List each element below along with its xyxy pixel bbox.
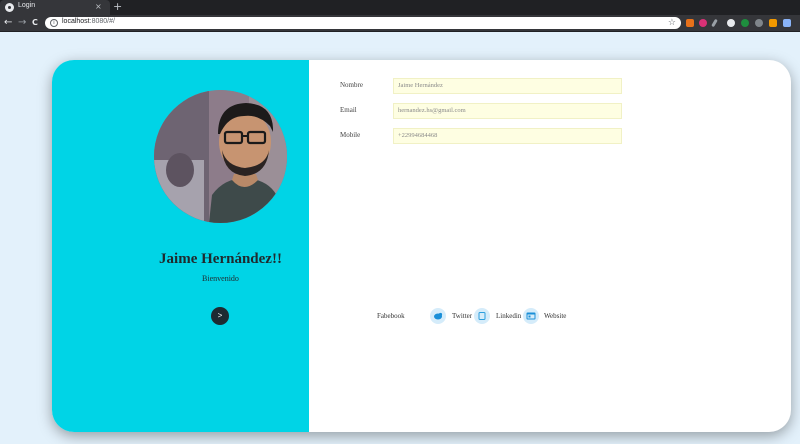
extension-icon[interactable]: [686, 19, 694, 27]
avatar: [154, 90, 287, 223]
browser-tab[interactable]: Login ×: [0, 0, 110, 15]
tab-close-icon[interactable]: ×: [95, 2, 102, 11]
forward-icon[interactable]: →: [18, 16, 26, 30]
url-path: :8080/#/: [89, 18, 115, 25]
mobile-field[interactable]: +22994684468: [393, 128, 622, 144]
reload-icon[interactable]: C: [32, 16, 38, 30]
rss-icon[interactable]: [769, 19, 777, 27]
email-label: Email: [340, 106, 357, 114]
url-host: localhost: [62, 18, 90, 25]
facebook-link[interactable]: Fabebook: [377, 312, 405, 320]
browser-tab-strip: Login × +: [0, 0, 800, 15]
chrome-favicon-icon: [5, 3, 14, 12]
toolbar-divider: [0, 31, 800, 32]
twitter-link[interactable]: Twitter: [452, 312, 472, 320]
extension-icon[interactable]: [741, 19, 749, 27]
site-info-icon[interactable]: i: [50, 19, 58, 27]
profile-card: Jaime Hernández!! Bienvenido > Nombre Ja…: [52, 60, 791, 432]
name-label: Nombre: [340, 81, 363, 89]
bookmark-star-icon[interactable]: ☆: [668, 17, 676, 29]
website-link[interactable]: Website: [544, 312, 566, 320]
extension-icon[interactable]: [699, 19, 707, 27]
browser-toolbar: ← → C i localhost:8080/#/ ☆: [0, 15, 800, 31]
twitter-icon[interactable]: [430, 308, 446, 324]
extension-icon[interactable]: [727, 19, 735, 27]
website-icon[interactable]: [523, 308, 539, 324]
next-button[interactable]: >: [211, 307, 229, 325]
new-tab-button[interactable]: +: [113, 0, 122, 13]
email-field[interactable]: hernandez.hs@gmail.com: [393, 103, 622, 119]
name-field[interactable]: Jaime Hernández: [393, 78, 622, 94]
tab-title: Login: [18, 2, 36, 9]
linkedin-icon[interactable]: [474, 308, 490, 324]
welcome-text: Bienvenido: [202, 274, 239, 283]
linkedin-link[interactable]: Linkedin: [496, 312, 521, 320]
mobile-label: Mobile: [340, 131, 361, 139]
extension-icon[interactable]: [711, 18, 718, 28]
back-icon[interactable]: ←: [4, 16, 12, 30]
url-text: localhost:8080/#/: [62, 18, 115, 25]
user-name: Jaime Hernández!!: [159, 251, 282, 267]
extension-icon[interactable]: [783, 19, 791, 27]
extension-icon[interactable]: [755, 19, 763, 27]
address-bar[interactable]: i localhost:8080/#/ ☆: [45, 17, 681, 29]
